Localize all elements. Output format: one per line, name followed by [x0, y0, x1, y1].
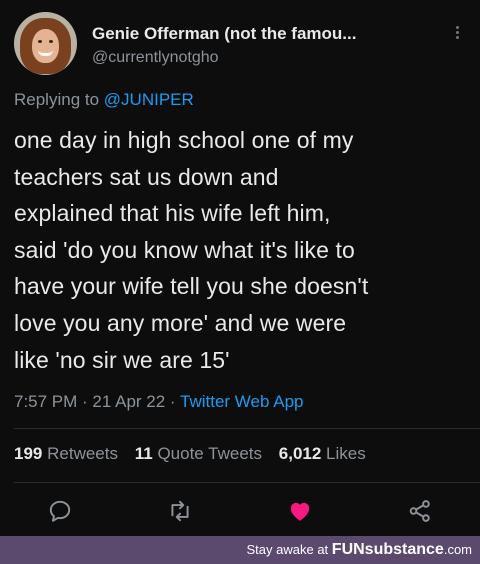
tweet-source-app[interactable]: Twitter Web App — [180, 392, 303, 411]
avatar-face — [32, 29, 59, 63]
quote-tweets-label: Quote Tweets — [157, 444, 263, 463]
more-options-icon[interactable] — [450, 24, 464, 44]
tweet-card: Genie Offerman (not the famou... @curren… — [0, 0, 480, 536]
tweet-line: have your wife tell you she doesn't — [14, 273, 369, 300]
avatar-eye-right — [49, 40, 53, 43]
banner-text: Stay awake at — [246, 542, 332, 557]
action-bar — [0, 494, 480, 530]
tweet-line: said 'do you know what it's like to — [14, 236, 355, 263]
like-icon[interactable] — [287, 498, 313, 524]
author-name[interactable]: Genie Offerman (not the famou... — [92, 24, 356, 44]
quote-tweets-stat[interactable]: 11 Quote Tweets — [135, 444, 262, 463]
avatar[interactable] — [14, 12, 77, 75]
likes-label: Likes — [326, 444, 366, 463]
tweet-line: teachers sat us down and — [14, 163, 279, 190]
meta-separator: · — [77, 392, 93, 411]
divider — [14, 482, 480, 483]
tweet-header: Genie Offerman (not the famou... @curren… — [14, 12, 470, 76]
tweet-line: like 'no sir we are 15' — [14, 346, 230, 373]
replying-to: Replying to @JUNIPER — [14, 90, 194, 110]
share-icon[interactable] — [407, 498, 433, 524]
meta-separator: · — [165, 392, 181, 411]
retweets-stat[interactable]: 199 Retweets — [14, 444, 118, 463]
tweet-line: one day in high school one of my — [14, 127, 354, 153]
tweet-text: one day in high school one of my teacher… — [14, 122, 470, 378]
banner-brand: FUNsubstance — [331, 541, 444, 558]
tweet-date[interactable]: 21 Apr 22 — [92, 392, 165, 411]
likes-stat[interactable]: 6,012 Likes — [279, 444, 366, 463]
tweet-stats: 199 Retweets 11 Quote Tweets 6,012 Likes — [14, 444, 378, 464]
replying-to-handle[interactable]: @JUNIPER — [104, 90, 194, 109]
retweets-count: 199 — [14, 444, 43, 463]
tweet-meta: 7:57 PM · 21 Apr 22 · Twitter Web App — [14, 392, 303, 412]
tweet-line: explained that his wife left him, — [14, 200, 331, 227]
tweet-time[interactable]: 7:57 PM — [14, 392, 77, 411]
watermark-banner: Stay awake at FUNsubstance.com — [0, 536, 480, 564]
reply-icon[interactable] — [47, 498, 73, 524]
divider — [14, 428, 480, 429]
retweet-icon[interactable] — [167, 498, 193, 524]
replying-to-label: Replying to — [14, 90, 104, 109]
tweet-line: love you any more' and we were — [14, 309, 347, 336]
banner-suffix: .com — [443, 542, 472, 557]
author-handle[interactable]: @currentlynotgho — [92, 49, 219, 67]
quote-tweets-count: 11 — [134, 444, 153, 463]
avatar-eye-left — [38, 40, 42, 43]
retweets-label: Retweets — [47, 444, 118, 463]
likes-count: 6,012 — [278, 444, 322, 463]
